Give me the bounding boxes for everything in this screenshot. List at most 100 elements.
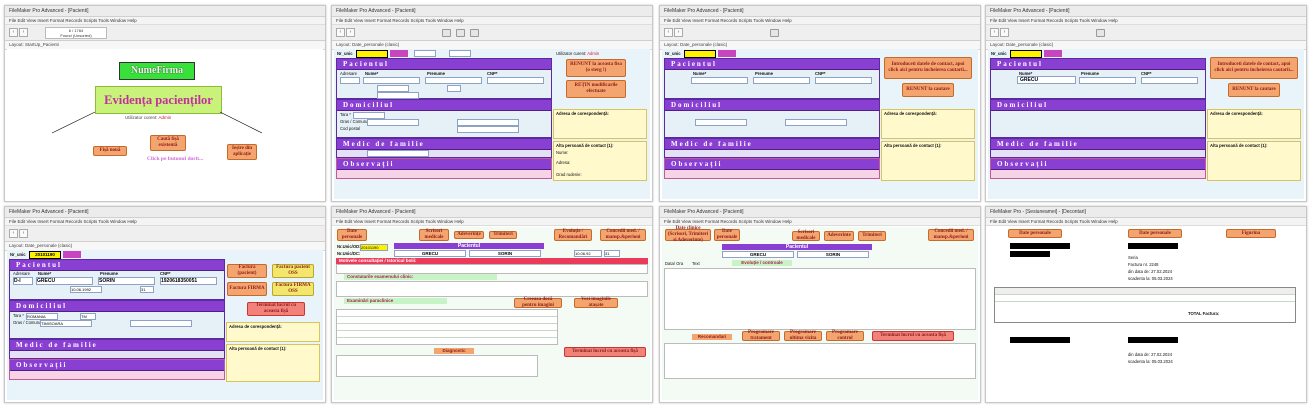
cnp-field[interactable]: 1920618350051	[160, 277, 217, 285]
nr-unic-field[interactable]: 20101190	[29, 251, 61, 259]
surname-field[interactable]: SORIN	[469, 250, 541, 257]
nr-unic-field[interactable]	[684, 50, 716, 58]
forward-icon[interactable]: ›	[674, 28, 683, 37]
paraclinic-table[interactable]	[336, 309, 558, 345]
schedule-visit-button[interactable]: Programare ultima vizita	[784, 330, 822, 341]
clinical-data-tab[interactable]: Date clinice (Scrisori, Trimiteri si Ade…	[665, 226, 711, 243]
age-field[interactable]	[447, 85, 461, 92]
new-record-icon[interactable]	[442, 29, 451, 37]
cancel-search-button[interactable]: RENUNT la cautare	[1228, 83, 1280, 97]
medical-letters-tab[interactable]: Scrisori medicale	[419, 229, 449, 241]
nr-unic-field[interactable]	[356, 50, 388, 58]
create-image-folder-button[interactable]: Creeaza doză pentru imagini	[514, 297, 562, 308]
table-row[interactable]	[337, 324, 557, 331]
finish-record-button[interactable]: Terminat lucrul cu aceasta fișă	[247, 302, 305, 316]
oras-field[interactable]	[367, 119, 419, 126]
age-field[interactable]: 31	[140, 286, 154, 293]
schedule-control-button[interactable]: Programare control	[826, 330, 864, 341]
name-field[interactable]	[691, 77, 748, 84]
surname-field[interactable]: SORIN	[797, 251, 869, 258]
personal-data-tab[interactable]: Date personale	[337, 229, 367, 241]
sick-leave-tab[interactable]: Concedii med. / mansp.&perioni	[600, 229, 646, 241]
adresare-field[interactable]: D-l	[13, 277, 33, 285]
forward-icon[interactable]: ›	[346, 28, 355, 37]
finish-search-button[interactable]: Introduceti datele de contact, apoi clic…	[1210, 57, 1298, 79]
invoice-patient-oss-button[interactable]: Factura pacient OSS	[272, 264, 314, 278]
finish-record-button[interactable]: Terminat lucrul cu aceasta fișă	[564, 347, 646, 357]
personal-data-tab[interactable]: Date personale	[1008, 229, 1062, 238]
strada-field[interactable]	[130, 320, 192, 327]
forward-icon[interactable]: ›	[1000, 28, 1009, 37]
schedule-treatment-button[interactable]: Programare tratament	[742, 330, 780, 341]
tara-field[interactable]	[353, 112, 385, 119]
surname-field[interactable]	[425, 77, 482, 84]
invoice-company-oss-button[interactable]: Factura FIRMA OSS	[272, 282, 314, 296]
exit-button[interactable]: Ieșire din aplicație	[227, 144, 257, 160]
personal-data-tab[interactable]: Date personale	[714, 229, 740, 241]
table-row[interactable]	[337, 331, 557, 338]
invoice-patient-button[interactable]: Factura (pacient)	[227, 264, 267, 278]
forward-icon[interactable]: ›	[19, 229, 28, 238]
certificates-tab[interactable]: Adeverințe	[454, 231, 484, 239]
cnp-field[interactable]	[1141, 77, 1198, 84]
personal-data-tab-2[interactable]: Date personale	[1128, 229, 1182, 238]
certificates-tab[interactable]: Adeverinte	[824, 231, 854, 241]
nr-field-2[interactable]	[414, 50, 436, 57]
table-row[interactable]	[337, 317, 557, 324]
adresare-field[interactable]	[340, 77, 360, 84]
name-field[interactable]: GRECU	[722, 251, 794, 258]
age-field[interactable]: 31	[604, 250, 620, 257]
strada-field[interactable]	[457, 119, 519, 126]
sick-leave-tab[interactable]: Concedii med. / mansp.&perioni	[928, 229, 974, 241]
back-icon[interactable]: ‹	[664, 28, 673, 37]
name-field[interactable]: GRECU	[36, 277, 93, 285]
finish-search-button[interactable]: Introduceti datele de contact, apoi clic…	[884, 57, 972, 79]
exam-area[interactable]	[336, 281, 648, 297]
strada-field[interactable]	[785, 119, 847, 126]
view-images-button[interactable]: Vezi imaginile atașate	[574, 297, 618, 308]
surname-field[interactable]	[1079, 77, 1136, 84]
nr-unic-field[interactable]	[1010, 50, 1042, 58]
referrals-tab[interactable]: Trimiteri	[489, 231, 517, 239]
dob-field[interactable]: 10.06.1992	[70, 286, 102, 293]
medical-letters-tab[interactable]: Scrisori medicale	[792, 230, 820, 241]
back-icon[interactable]: ‹	[9, 28, 18, 37]
evolution-tab[interactable]: Evoluție / Recomandări	[554, 229, 592, 241]
recommendations-table[interactable]	[664, 343, 976, 379]
nr-field-3[interactable]	[449, 50, 471, 57]
table-row[interactable]	[337, 310, 557, 317]
oras-field[interactable]: TIMISOARA	[40, 320, 92, 327]
forward-icon[interactable]: ›	[19, 28, 28, 37]
invoice-company-button[interactable]: Factura FIRMA	[227, 282, 267, 296]
tara-field[interactable]: ROMANIA	[26, 313, 58, 320]
email-field[interactable]	[457, 126, 519, 133]
medic-name-field[interactable]	[367, 150, 429, 157]
nr-unic-od-field[interactable]: 20101190	[360, 244, 388, 251]
new-record-button[interactable]: Fișă nouă	[93, 146, 127, 156]
find-icon[interactable]	[470, 29, 479, 37]
fisa-tab[interactable]: Figurina	[1226, 229, 1276, 238]
back-icon[interactable]: ‹	[9, 229, 18, 238]
dob-field[interactable]: 10.06.92	[574, 250, 602, 257]
cancel-search-button[interactable]: RENUNT la cautare	[902, 83, 954, 97]
evolution-table[interactable]	[664, 268, 976, 330]
cnp-field[interactable]	[487, 77, 544, 84]
search-record-button[interactable]: Caută fișă existentă	[150, 135, 186, 151]
referrals-tab[interactable]: Trimiteri	[858, 231, 886, 241]
save-record-button[interactable]: REȚIN modificarile efectuate	[566, 80, 626, 98]
name-field[interactable]: GRECU	[394, 250, 466, 257]
name-field[interactable]	[363, 77, 420, 84]
surname-field[interactable]: SORIN	[98, 277, 155, 285]
cnp-field[interactable]	[815, 77, 872, 84]
back-icon[interactable]: ‹	[990, 28, 999, 37]
finish-record-button[interactable]: Terminat lucrul cu aceasta fișă	[872, 331, 954, 341]
find-icon[interactable]	[1096, 29, 1105, 37]
judet-field[interactable]: TM	[80, 313, 96, 320]
back-icon[interactable]: ‹	[336, 28, 345, 37]
dob-field[interactable]	[377, 85, 409, 92]
name-field[interactable]: GRECU	[1017, 76, 1076, 84]
oras-field[interactable]	[695, 119, 747, 126]
bi-field[interactable]	[377, 92, 419, 99]
diagnostic-table[interactable]	[336, 355, 538, 377]
anamnesis-area[interactable]	[336, 264, 648, 274]
